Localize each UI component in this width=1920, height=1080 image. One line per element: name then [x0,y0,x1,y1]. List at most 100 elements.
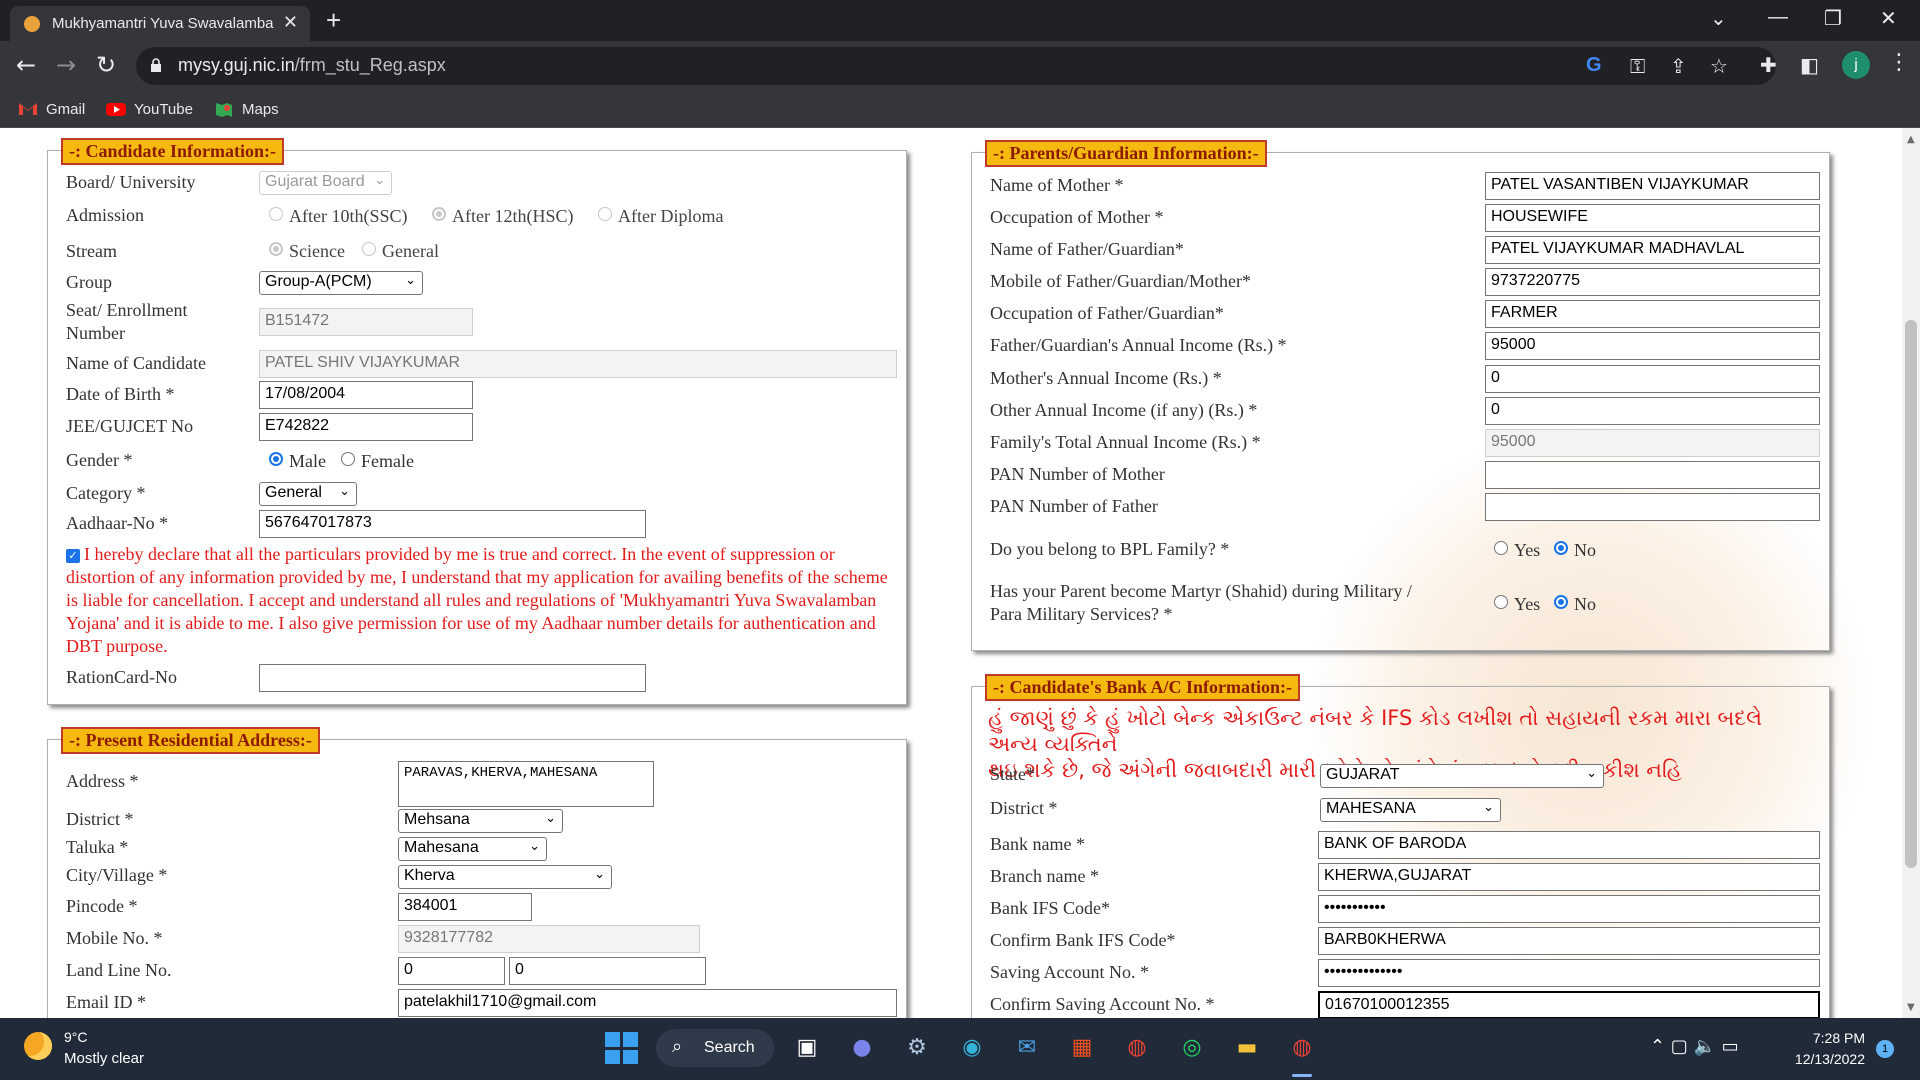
chrome-icon[interactable]: ◍ [1120,1031,1154,1065]
site-favicon-icon [24,16,40,32]
mother-income-field[interactable]: 0 [1485,365,1820,393]
candidate-name-field[interactable]: PATEL SHIV VIJAYKUMAR [259,350,897,378]
side-panel-icon[interactable]: ◧ [1800,53,1819,77]
address-textarea[interactable]: PARAVAS,KHERVA,MAHESANA [398,761,654,807]
parent-mobile-field[interactable]: 9737220775 [1485,268,1820,296]
parents-legend: -: Parents/Guardian Information:- [985,140,1267,167]
mother-name-field[interactable]: PATEL VASANTIBEN VIJAYKUMAR [1485,172,1820,200]
father-name-label: Name of Father/Guardian* [990,239,1184,259]
group-select[interactable]: Group-A(PCM) ⌄ [259,271,423,295]
teams-chat-icon[interactable]: ● [845,1031,879,1065]
landline-std-field[interactable]: 0 [398,957,505,985]
task-view-icon[interactable]: ▣ [790,1031,824,1065]
scroll-up-icon[interactable]: ▲ [1907,134,1915,145]
bpl-yes-radio[interactable] [1494,541,1508,555]
mother-pan-field[interactable] [1485,461,1820,489]
taluka-select[interactable]: Mahesana ⌄ [398,837,547,861]
forward-arrow-icon[interactable]: → [56,51,76,79]
email-field[interactable]: patelakhil1710@gmail.com [398,989,897,1017]
gender-female-radio[interactable] [341,452,355,466]
chrome-active-icon[interactable]: ◍ [1285,1031,1319,1065]
tab-search-chevron-icon[interactable]: ⌄ [1710,6,1727,31]
browser-menu-icon[interactable]: ⋮ [1888,50,1910,75]
password-key-icon[interactable]: ⚿ [1630,54,1645,78]
confirm-account-field[interactable]: 01670100012355 [1318,991,1820,1018]
ration-field[interactable] [259,664,646,692]
district-select[interactable]: Mehsana ⌄ [398,809,563,833]
martyr-label-line2: Para Military Services? * [990,604,1173,624]
taskbar-search-button[interactable]: ⌕ Search [656,1029,774,1067]
confirm-ifsc-field[interactable]: BARB0KHERWA [1318,927,1820,955]
ifsc-field[interactable]: ••••••••••• [1318,895,1820,923]
scroll-down-icon[interactable]: ▼ [1907,1002,1915,1013]
weather-temperature[interactable]: 9°C [64,1029,88,1045]
martyr-yes-radio[interactable] [1494,595,1508,609]
edge-browser-icon[interactable]: ◉ [955,1031,989,1065]
father-income-field[interactable]: 95000 [1485,332,1820,360]
reload-icon[interactable]: ↻ [96,51,116,79]
father-occupation-field[interactable]: FARMER [1485,300,1820,328]
bank-state-select[interactable]: GUJARAT ⌄ [1320,764,1604,788]
profile-avatar[interactable]: j [1842,51,1870,79]
admission-diploma-radio[interactable] [598,207,612,221]
seat-number-field[interactable]: B151472 [259,308,473,336]
total-income-field[interactable]: 95000 [1485,429,1820,457]
bookmark-gmail[interactable]: Gmail [18,97,85,121]
weather-description[interactable]: Mostly clear [64,1050,144,1067]
google-lens-icon[interactable]: G [1586,54,1602,77]
gender-male-radio[interactable] [269,452,283,466]
new-tab-button[interactable]: + [326,5,341,36]
address-bar[interactable]: mysy.guj.nic.in/frm_stu_Reg.aspx G ⚿ ⇪ ☆ [136,47,1776,85]
clock-date[interactable]: 12/13/2022 [1780,1051,1865,1067]
page-scrollbar[interactable]: ▲ ▼ [1902,128,1920,1018]
file-explorer-icon[interactable]: ▬ [1230,1031,1264,1065]
bookmark-star-icon[interactable]: ☆ [1710,54,1728,78]
dob-field[interactable]: 17/08/2004 [259,381,473,409]
microsoft-store-icon[interactable]: ▦ [1065,1031,1099,1065]
clock-time[interactable]: 7:28 PM [1795,1030,1865,1046]
declaration-checkbox[interactable]: ✓ [66,549,80,563]
stream-science-radio[interactable] [269,242,283,256]
pincode-field[interactable]: 384001 [398,893,532,921]
back-arrow-icon[interactable]: ← [16,51,36,79]
bookmark-maps[interactable]: Maps [214,97,279,121]
window-close-icon[interactable]: ✕ [1880,6,1897,31]
weather-moon-icon[interactable] [24,1032,52,1060]
browser-tab[interactable]: Mukhyamantri Yuva Swavalamba ✕ [10,6,310,41]
account-field[interactable]: •••••••••••••• [1318,959,1820,987]
maximize-icon[interactable]: ❐ [1824,6,1842,31]
bank-district-select[interactable]: MAHESANA ⌄ [1320,798,1501,822]
stream-general-radio[interactable] [362,242,376,256]
system-tray[interactable]: ⌃ ▢ 🔈 ▭ [1650,1036,1739,1057]
scrollbar-thumb[interactable] [1905,320,1917,868]
whatsapp-icon[interactable]: ◎ [1175,1031,1209,1065]
bookmark-youtube[interactable]: YouTube [106,97,193,121]
category-select[interactable]: General ⌄ [259,482,357,506]
mail-icon[interactable]: ✉ [1010,1031,1044,1065]
settings-gear-icon[interactable]: ⚙ [900,1031,934,1065]
father-pan-field[interactable] [1485,493,1820,521]
start-windows-icon[interactable] [604,1031,638,1065]
bpl-no-radio[interactable] [1554,541,1568,555]
city-select[interactable]: Kherva ⌄ [398,865,612,889]
father-name-field[interactable]: PATEL VIJAYKUMAR MADHAVLAL [1485,236,1820,264]
extensions-puzzle-icon[interactable]: ✚ [1760,53,1777,77]
martyr-no-radio[interactable] [1554,595,1568,609]
landline-number-field[interactable]: 0 [509,957,706,985]
aadhaar-field[interactable]: 567647017873 [259,510,646,538]
share-icon[interactable]: ⇪ [1670,54,1687,78]
mother-occupation-field[interactable]: HOUSEWIFE [1485,204,1820,232]
jee-field[interactable]: E742822 [259,413,473,441]
admission-ssc-radio[interactable] [269,207,283,221]
admission-hsc-radio[interactable] [432,207,446,221]
group-label: Group [66,272,112,292]
notification-badge[interactable]: 1 [1876,1040,1894,1058]
mobile-field[interactable]: 9328177782 [398,925,700,953]
tab-close-icon[interactable]: ✕ [283,12,298,33]
other-income-field[interactable]: 0 [1485,397,1820,425]
branch-name-field[interactable]: KHERWA,GUJARAT [1318,863,1820,891]
url-text[interactable]: mysy.guj.nic.in/frm_stu_Reg.aspx [178,55,446,76]
minimize-icon[interactable]: — [1768,6,1788,29]
bank-name-field[interactable]: BANK OF BARODA [1318,831,1820,859]
board-select[interactable]: Gujarat Board ⌄ [259,171,392,195]
